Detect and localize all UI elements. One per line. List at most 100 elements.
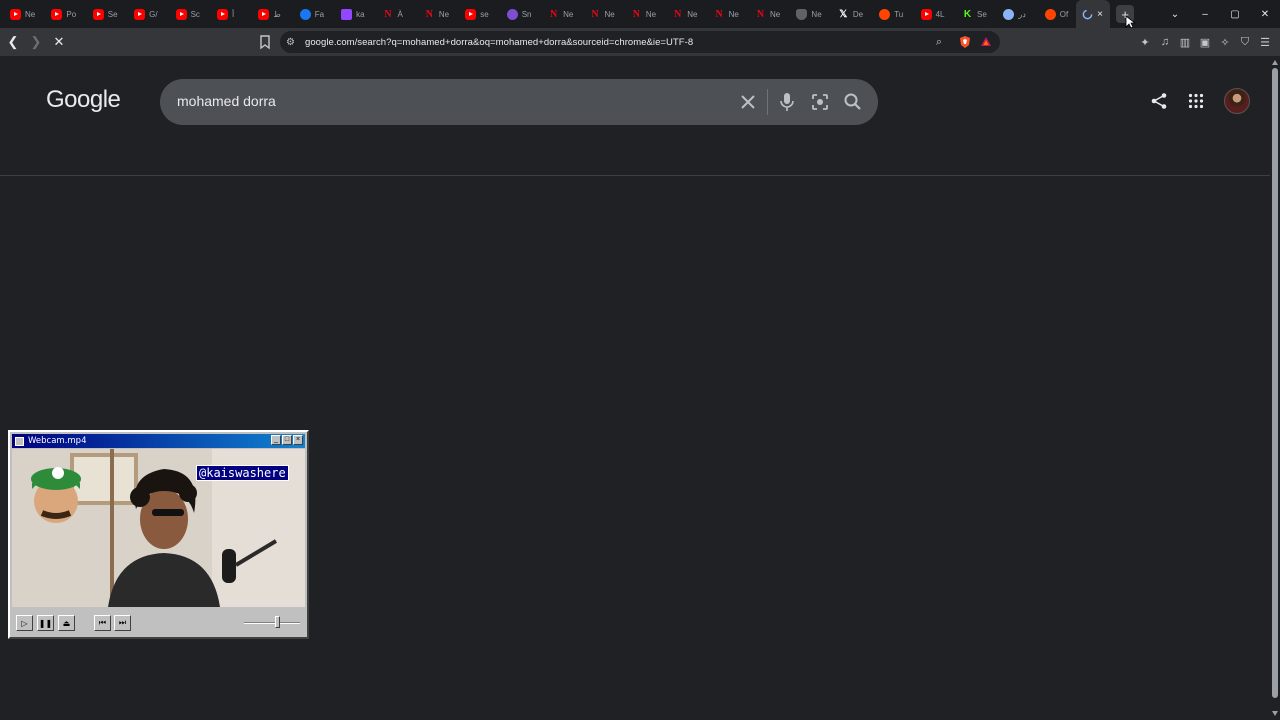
- webcam-video: @kaiswashere: [12, 449, 305, 607]
- tab[interactable]: NÀ: [373, 0, 414, 28]
- netflix-icon: N: [632, 8, 640, 20]
- tab[interactable]: Po: [41, 0, 82, 28]
- close-tab-button[interactable]: ×: [1097, 9, 1103, 20]
- zoom-icon[interactable]: ⌕: [936, 36, 942, 49]
- tab[interactable]: أ: [207, 0, 248, 28]
- google-logo[interactable]: Google: [46, 86, 121, 114]
- wallet-icon[interactable]: ▣: [1196, 33, 1214, 51]
- x-icon: 𝕏: [839, 8, 848, 20]
- tab[interactable]: Sn: [497, 0, 538, 28]
- webcam-titlebar[interactable]: Webcam.mp4 _ □ ×: [12, 434, 305, 448]
- leo-ai-icon[interactable]: ✧: [1216, 33, 1234, 51]
- tab-label: ط: [273, 9, 281, 19]
- microphone-icon[interactable]: [777, 91, 797, 113]
- pause-icon[interactable]: ❚❚: [37, 615, 54, 631]
- brave-shields-icon[interactable]: [958, 35, 972, 49]
- search-icon[interactable]: [842, 91, 864, 113]
- webcam-minimize-button[interactable]: _: [271, 435, 281, 445]
- next-track-icon[interactable]: ⏭: [114, 615, 131, 631]
- youtube-icon: [10, 8, 21, 20]
- volume-slider[interactable]: [244, 616, 300, 628]
- tab[interactable]: G/: [124, 0, 165, 28]
- puzzle-extensions-icon[interactable]: ✦: [1136, 33, 1154, 51]
- menu-icon[interactable]: ☰: [1256, 33, 1274, 51]
- netflix-icon: N: [549, 8, 558, 20]
- back-button[interactable]: ❮: [3, 32, 23, 52]
- youtube-icon: [465, 8, 477, 20]
- volume-slider-knob[interactable]: [275, 616, 280, 628]
- webcam-window-buttons: _ □ ×: [271, 435, 303, 445]
- google-apps-icon[interactable]: [1188, 93, 1204, 109]
- scroll-down-arrow-icon[interactable]: [1272, 711, 1278, 716]
- tab-search-button[interactable]: ⌄: [1160, 9, 1190, 20]
- webcam-close-button[interactable]: ×: [293, 435, 303, 445]
- tab-label: se: [480, 9, 489, 19]
- vpn-shield-icon[interactable]: ⛉: [1236, 33, 1254, 51]
- site-info-icon[interactable]: ⚙: [286, 37, 300, 48]
- tab[interactable]: Ne: [0, 0, 41, 28]
- scrollbar-thumb[interactable]: [1272, 68, 1278, 698]
- webcam-title: Webcam.mp4: [28, 436, 87, 446]
- tab[interactable]: Fa: [290, 0, 331, 28]
- clear-icon[interactable]: [738, 92, 758, 112]
- address-bar[interactable]: ⚙ google.com/search?q=mohamed+dorra&oq=m…: [280, 31, 1000, 53]
- eject-icon[interactable]: ⏏: [58, 615, 75, 631]
- tab[interactable]: ka: [331, 0, 372, 28]
- tab[interactable]: N Ne: [414, 0, 455, 28]
- twitch-icon: [341, 8, 353, 20]
- stop-loading-button[interactable]: ✕: [49, 32, 69, 52]
- bookmark-icon[interactable]: [258, 34, 272, 50]
- media-controls-icon[interactable]: ♫: [1156, 33, 1174, 51]
- google-lens-icon[interactable]: [809, 91, 831, 113]
- previous-track-icon[interactable]: ⏮: [94, 615, 111, 631]
- tab[interactable]: 4L: [911, 0, 952, 28]
- tab-active[interactable]: ×: [1076, 0, 1111, 28]
- tab[interactable]: Tu: [869, 0, 910, 28]
- tab[interactable]: N Ne: [704, 0, 745, 28]
- tab[interactable]: در: [993, 0, 1034, 28]
- youtube-icon: [134, 8, 146, 20]
- tab-label: Ne: [563, 9, 574, 19]
- tab[interactable]: K Se: [952, 0, 993, 28]
- webcam-controls: ▷ ❚❚ ⏏ ⏮ ⏭: [12, 610, 305, 635]
- tab-label: Ne: [770, 9, 781, 19]
- youtube-icon: [920, 8, 932, 20]
- tab[interactable]: N Ne: [745, 0, 786, 28]
- maximize-button[interactable]: ▢: [1220, 9, 1250, 20]
- tab[interactable]: N Ne: [621, 0, 662, 28]
- tab[interactable]: se: [455, 0, 496, 28]
- scroll-up-arrow-icon[interactable]: [1272, 60, 1278, 65]
- tab[interactable]: N Ne: [579, 0, 620, 28]
- tab[interactable]: Sc: [166, 0, 207, 28]
- tab[interactable]: Ne: [786, 0, 827, 28]
- tab-label: در: [1018, 9, 1026, 19]
- forward-button[interactable]: ❯: [26, 32, 46, 52]
- youtube-icon: [216, 8, 228, 20]
- tab[interactable]: ط: [248, 0, 289, 28]
- close-window-button[interactable]: ✕: [1250, 9, 1280, 20]
- loading-spinner-icon: [1082, 9, 1093, 19]
- tab[interactable]: N Ne: [538, 0, 579, 28]
- netflix-icon: N: [384, 8, 392, 20]
- tab[interactable]: Of: [1035, 0, 1076, 28]
- app-icon: [15, 436, 24, 446]
- sidebar-icon[interactable]: ▥: [1176, 33, 1194, 51]
- url-text[interactable]: google.com/search?q=mohamed+dorra&oq=moh…: [305, 37, 693, 48]
- tab[interactable]: N Ne: [662, 0, 703, 28]
- webcam-maximize-button[interactable]: □: [282, 435, 292, 445]
- tab-label: Po: [66, 9, 77, 19]
- play-icon[interactable]: ▷: [16, 615, 33, 631]
- account-avatar[interactable]: [1224, 88, 1250, 114]
- search-input[interactable]: mohamed dorra: [177, 93, 276, 109]
- page-scrollbar[interactable]: [1270, 56, 1280, 720]
- tab-label: Of: [1059, 9, 1069, 19]
- brave-rewards-icon[interactable]: [979, 35, 993, 49]
- search-box[interactable]: mohamed dorra: [160, 79, 878, 125]
- tab-label: Fa: [314, 9, 325, 19]
- minimize-button[interactable]: –: [1190, 9, 1220, 20]
- netflix-icon: N: [674, 8, 682, 20]
- share-icon[interactable]: [1150, 92, 1168, 110]
- tab[interactable]: 𝕏 De: [828, 0, 869, 28]
- tab-label: Ne: [438, 9, 450, 19]
- tab[interactable]: Se: [83, 0, 124, 28]
